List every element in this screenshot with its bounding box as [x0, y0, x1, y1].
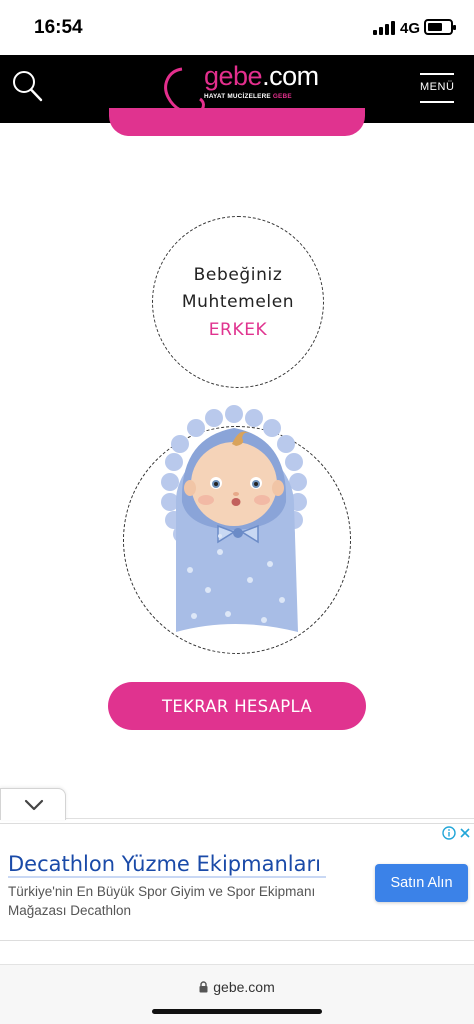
- home-indicator[interactable]: [152, 1009, 322, 1014]
- previous-button-edge[interactable]: [109, 108, 365, 136]
- chevron-down-icon: [24, 799, 44, 811]
- ad-banner[interactable]: Decathlon Yüzme Ekipmanları Türkiye'nin …: [0, 823, 474, 941]
- ad-title-underline: [8, 876, 326, 878]
- ad-cta-button[interactable]: Satın Alın: [375, 864, 468, 902]
- info-icon[interactable]: [442, 826, 456, 840]
- battery-icon: [424, 19, 456, 35]
- ad-divider: [66, 818, 474, 819]
- status-bar: 16:54 4G: [0, 0, 474, 55]
- ad-collapse-tab[interactable]: [0, 788, 66, 820]
- result-circle: Bebeğiniz Muhtemelen ERKEK: [152, 216, 324, 388]
- network-label: 4G: [400, 20, 421, 37]
- logo-tagline: HAYAT MUCİZELERE GEBE: [204, 93, 292, 100]
- search-icon: [13, 71, 43, 102]
- status-time: 16:54: [34, 17, 83, 38]
- result-line-2: Muhtemelen: [181, 292, 295, 312]
- ad-description: Türkiye'nin En Büyük Spor Giyim ve Spor …: [8, 884, 316, 918]
- lock-icon: [199, 981, 208, 993]
- recalculate-button[interactable]: TEKRAR HESAPLA: [108, 682, 366, 730]
- close-icon[interactable]: [458, 826, 472, 840]
- ad-title[interactable]: Decathlon Yüzme Ekipmanları: [8, 852, 321, 876]
- menu-button[interactable]: MENÜ: [418, 73, 458, 107]
- browser-url-bar[interactable]: gebe.com: [0, 964, 474, 1024]
- result-line-1: Bebeğiniz: [193, 265, 283, 285]
- signal-icon: [373, 21, 395, 35]
- search-button[interactable]: [10, 67, 44, 107]
- logo-wordmark: gebe.com: [204, 61, 319, 91]
- menu-label: MENÜ: [420, 81, 455, 93]
- url-text: gebe.com: [213, 979, 275, 995]
- url-display[interactable]: gebe.com: [0, 979, 474, 995]
- baby-boy-illustration: [161, 405, 307, 632]
- result-gender: ERKEK: [208, 320, 268, 340]
